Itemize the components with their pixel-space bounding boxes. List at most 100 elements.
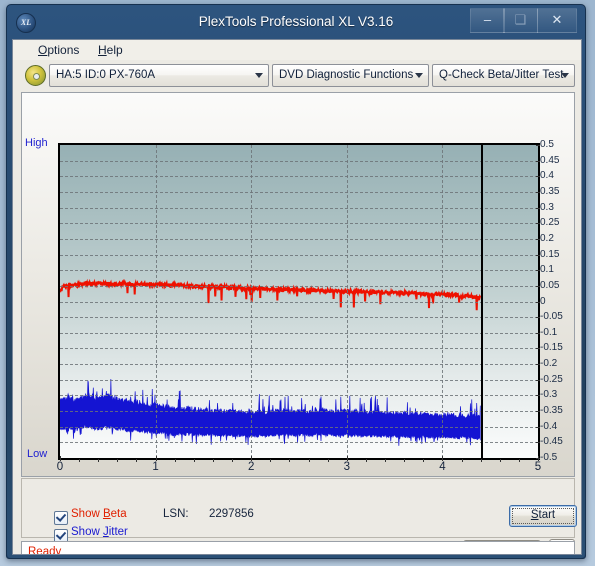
x-axis-minor-tick <box>327 459 329 462</box>
x-axis-minor-tick <box>212 459 214 462</box>
maximize-button[interactable]: ❑ <box>503 8 538 33</box>
start-button[interactable]: Start <box>509 505 577 527</box>
grid-line-horizontal <box>60 426 538 428</box>
x-axis-minor-tick <box>385 459 387 462</box>
x-axis-tick-mark <box>251 456 253 461</box>
x-axis-minor-tick <box>193 459 195 462</box>
show-beta-text-b: eta <box>110 508 127 520</box>
grid-line-horizontal <box>60 332 538 334</box>
grid-line-horizontal <box>60 301 538 303</box>
y-axis-tick-label: -0.4 <box>540 420 558 432</box>
y-axis-tick-label: -0.05 <box>540 311 563 323</box>
test-select[interactable]: Q-Check Beta/Jitter Test <box>432 64 575 87</box>
y-axis-tick-label: 0.2 <box>540 232 554 244</box>
grid-line-horizontal <box>60 442 538 444</box>
grid-line-horizontal <box>60 348 538 350</box>
y-axis-tick-label: 0.4 <box>540 170 554 182</box>
x-axis-tick-label: 3 <box>343 461 350 473</box>
x-axis-minor-tick <box>98 459 100 462</box>
y-axis-tick-mark <box>536 301 540 303</box>
lsn-value: 2297856 <box>209 508 254 520</box>
y-axis-tick-mark <box>536 191 540 193</box>
axis-label-high: High <box>25 137 48 149</box>
focus-outline <box>512 508 574 524</box>
x-axis-tick-mark <box>155 456 157 461</box>
grid-line-vertical <box>346 145 348 458</box>
window-frame: XL PlexTools Professional XL V3.16 – ❑ ✕… <box>7 5 585 558</box>
x-axis-minor-tick <box>461 459 463 462</box>
y-axis-tick-mark <box>536 411 540 413</box>
show-beta-checkbox[interactable] <box>54 511 68 525</box>
x-axis-minor-tick <box>174 459 176 462</box>
chevron-down-icon <box>561 73 569 78</box>
y-axis-tick-label: -0.15 <box>540 342 563 354</box>
minimize-button[interactable]: – <box>470 8 505 33</box>
y-axis-tick-label: -0.3 <box>540 389 558 401</box>
plot-area[interactable] <box>58 143 540 460</box>
x-axis-tick-label: 4 <box>439 461 446 473</box>
y-axis-tick-label: 0.45 <box>540 154 560 166</box>
y-axis-tick-mark <box>536 207 540 209</box>
chevron-down-icon <box>415 73 423 78</box>
show-jitter-text-b: itter <box>108 526 128 538</box>
y-axis-tick-label: -0.2 <box>540 358 558 370</box>
chart-panel: High Low 0.5 0.45 0.4 0.35 0.3 0.25 0.2 0.15 0.1… <box>21 92 575 477</box>
show-beta-text-a: Show <box>71 508 103 520</box>
grid-line-horizontal <box>60 317 538 319</box>
show-jitter-label[interactable]: Show Jitter <box>71 526 128 538</box>
y-axis-tick-mark <box>536 176 540 178</box>
y-axis-tick-mark <box>536 223 540 225</box>
grid-line-horizontal <box>60 160 538 162</box>
y-axis-tick-label: 0.5 <box>540 139 554 150</box>
title-bar[interactable]: XL PlexTools Professional XL V3.16 – ❑ ✕ <box>7 5 585 39</box>
x-axis-tick-mark <box>346 456 348 461</box>
menu-item-options[interactable]: Options <box>31 42 86 58</box>
y-axis-tick-mark <box>536 254 540 256</box>
grid-line-horizontal <box>60 223 538 225</box>
y-axis-tick-label: 0 <box>540 295 546 307</box>
y-axis-tick-mark <box>536 160 540 162</box>
function-select-value: DVD Diagnostic Functions <box>279 69 414 81</box>
x-axis-minor-tick <box>499 459 501 462</box>
y-axis-tick-label: -0.25 <box>540 373 563 385</box>
y-axis-tick-mark <box>536 364 540 366</box>
y-axis-tick-mark <box>536 317 540 319</box>
y-axis-tick-label: 0.35 <box>540 185 560 197</box>
x-axis-minor-tick <box>289 459 291 462</box>
y-axis-tick-mark <box>536 442 540 444</box>
menu-bar: Options Help <box>13 40 581 60</box>
x-axis-tick-label: 2 <box>247 461 255 473</box>
y-axis-tick-mark <box>536 426 540 428</box>
toolbar: HA:5 ID:0 PX-760A DVD Diagnostic Functio… <box>13 60 581 90</box>
grid-line-horizontal <box>60 364 538 366</box>
y-axis-tick-label: -0.45 <box>540 436 563 448</box>
chevron-down-icon <box>255 73 263 78</box>
lsn-label: LSN: <box>163 508 189 520</box>
status-text: Ready <box>28 546 62 555</box>
x-axis-minor-tick <box>79 459 81 462</box>
client-area: Options Help HA:5 ID:0 PX-760A DVD Diagn… <box>12 39 582 555</box>
x-axis-tick-mark <box>60 456 61 461</box>
menu-item-help[interactable]: Help <box>91 42 130 58</box>
y-axis-tick-mark <box>536 332 540 334</box>
close-button[interactable]: ✕ <box>537 8 577 33</box>
y-axis-tick-label: -0.1 <box>540 326 558 338</box>
x-axis-minor-tick <box>423 459 425 462</box>
grid-line-vertical <box>251 145 253 458</box>
grid-line-horizontal <box>60 254 538 256</box>
y-axis-tick-label: -0.35 <box>540 405 563 417</box>
x-axis-minor-tick <box>232 459 234 462</box>
grid-line-horizontal <box>60 411 538 413</box>
drive-select[interactable]: HA:5 ID:0 PX-760A <box>49 64 269 87</box>
y-axis-tick-label: 0.3 <box>540 201 554 213</box>
show-beta-label[interactable]: Show Beta <box>71 508 127 520</box>
function-select[interactable]: DVD Diagnostic Functions <box>272 64 429 87</box>
grid-line-vertical <box>155 145 157 458</box>
test-select-value: Q-Check Beta/Jitter Test <box>439 69 564 81</box>
menu-item-help-label: elp <box>106 43 123 57</box>
x-axis-tick-mark <box>442 456 444 461</box>
grid-line-horizontal <box>60 176 538 178</box>
grid-line-horizontal <box>60 207 538 209</box>
grid-line-vertical <box>442 145 444 458</box>
x-axis-tick-label: 5 <box>534 461 542 473</box>
